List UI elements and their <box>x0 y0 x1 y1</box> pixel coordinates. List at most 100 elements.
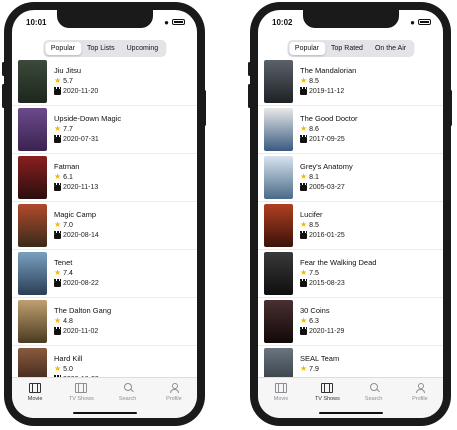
item-title: Fatman <box>54 162 80 171</box>
home-indicator <box>318 412 383 414</box>
search-icon <box>368 383 380 393</box>
side-button <box>2 84 5 108</box>
film-icon <box>275 383 288 393</box>
phone-frame-left: 10:01 ● Popular Top Lists Upcoming Jiu J… <box>4 2 205 426</box>
list-item[interactable]: The Good Doctor ★ 8.6 2017-09-25 <box>258 106 443 154</box>
item-date: 2005-03-27 <box>309 184 345 191</box>
side-button <box>449 90 452 126</box>
item-rating: 7.0 <box>63 221 73 229</box>
tab-label: Search <box>364 396 383 402</box>
tab-label: Search <box>118 396 137 402</box>
tab-label: Movie <box>273 396 289 402</box>
segment-upcoming[interactable]: Upcoming <box>121 42 165 55</box>
clapperboard-icon <box>300 278 307 287</box>
item-title: Magic Camp <box>54 210 97 219</box>
item-title: Jiu Jitsu <box>54 66 82 75</box>
film-icon <box>29 383 42 393</box>
item-date: 2020-07-31 <box>63 136 99 143</box>
segment-top-lists[interactable]: Top Lists <box>81 42 121 55</box>
item-rating: 6.1 <box>63 173 73 181</box>
screen-right: 10:02 ● Popular Top Rated On the Air The… <box>258 10 443 418</box>
poster-image <box>18 156 47 199</box>
segment-popular[interactable]: Popular <box>288 42 326 55</box>
star-icon: ★ <box>54 268 62 277</box>
list-item[interactable]: Fatman ★ 6.1 2020-11-13 <box>12 154 197 202</box>
list-item[interactable]: Jiu Jitsu ★ 5.7 2020-11-20 <box>12 58 197 106</box>
item-title: Tenet <box>54 258 73 267</box>
star-icon: ★ <box>54 76 62 85</box>
search-icon <box>122 383 134 393</box>
tv-icon <box>75 383 88 393</box>
item-date: 2016-01-25 <box>309 232 345 239</box>
list-item[interactable]: 30 Coins ★ 6.3 2020-11-29 <box>258 298 443 346</box>
tab-bar: Movie TV Shows Search Profile <box>12 377 197 418</box>
item-rating: 8.5 <box>309 221 319 229</box>
tab-movie[interactable]: Movie <box>258 378 304 418</box>
poster-image <box>18 60 47 103</box>
item-rating: 5.0 <box>63 365 73 373</box>
clapperboard-icon <box>300 86 307 95</box>
home-indicator <box>72 412 137 414</box>
item-title: Grey's Anatomy <box>300 162 353 171</box>
list-item[interactable]: The Mandalorian ★ 8.5 2019-11-12 <box>258 58 443 106</box>
item-date: 2020-11-20 <box>63 88 99 95</box>
list-item[interactable]: Tenet ★ 7.4 2020-08-22 <box>12 250 197 298</box>
poster-image <box>18 108 47 151</box>
item-rating: 7.9 <box>309 365 319 373</box>
poster-image <box>264 300 293 343</box>
wifi-icon: ● <box>410 17 415 27</box>
poster-image <box>18 252 47 295</box>
item-date: 2015-08-23 <box>309 280 345 287</box>
segment-on-the-air[interactable]: On the Air <box>369 42 412 55</box>
poster-image <box>264 204 293 247</box>
item-date: 2020-11-13 <box>63 184 99 191</box>
star-icon: ★ <box>54 124 62 133</box>
item-rating: 8.6 <box>309 125 319 133</box>
star-icon: ★ <box>300 172 308 181</box>
tab-label: TV Shows <box>68 396 94 402</box>
star-icon: ★ <box>54 172 62 181</box>
tv-icon <box>321 383 334 393</box>
segment-top-rated[interactable]: Top Rated <box>325 42 369 55</box>
item-rating: 7.5 <box>309 269 319 277</box>
list-item[interactable]: Lucifer ★ 8.5 2016-01-25 <box>258 202 443 250</box>
item-title: Upside-Down Magic <box>54 114 122 123</box>
list-item[interactable]: Grey's Anatomy ★ 8.1 2005-03-27 <box>258 154 443 202</box>
profile-icon <box>168 383 180 393</box>
star-icon: ★ <box>300 220 308 229</box>
list-item[interactable]: Fear the Walking Dead ★ 7.5 2015-08-23 <box>258 250 443 298</box>
list-item[interactable]: The Dalton Gang ★ 4.8 2020-11-02 <box>12 298 197 346</box>
star-icon: ★ <box>300 76 308 85</box>
side-button <box>248 62 251 76</box>
star-icon: ★ <box>300 268 308 277</box>
status-time: 10:02 <box>272 17 293 27</box>
tab-bar: Movie TV Shows Search Profile <box>258 377 443 418</box>
tab-label: Profile <box>412 396 428 402</box>
clapperboard-icon <box>54 230 61 239</box>
item-rating: 8.1 <box>309 173 319 181</box>
profile-icon <box>414 383 426 393</box>
segmented-control: Popular Top Lists Upcoming <box>42 40 167 57</box>
clapperboard-icon <box>300 326 307 335</box>
battery-icon <box>172 19 185 25</box>
clapperboard-icon <box>300 230 307 239</box>
segment-popular[interactable]: Popular <box>44 42 81 55</box>
item-rating: 5.7 <box>63 77 73 85</box>
list-item[interactable]: Upside-Down Magic ★ 7.7 2020-07-31 <box>12 106 197 154</box>
poster-image <box>18 204 47 247</box>
star-icon: ★ <box>54 364 62 373</box>
clapperboard-icon <box>300 182 307 191</box>
tab-profile[interactable]: Profile <box>397 378 443 418</box>
movie-list: Jiu Jitsu ★ 5.7 2020-11-20 Upside-Down Ma… <box>12 58 197 394</box>
clapperboard-icon <box>54 326 61 335</box>
clapperboard-icon <box>54 278 61 287</box>
side-button <box>248 84 251 108</box>
item-rating: 7.7 <box>63 125 73 133</box>
list-item[interactable]: Magic Camp ★ 7.0 2020-08-14 <box>12 202 197 250</box>
tab-movie[interactable]: Movie <box>12 378 58 418</box>
item-date: 2020-11-02 <box>63 328 99 335</box>
poster-image <box>18 300 47 343</box>
tab-profile[interactable]: Profile <box>151 378 197 418</box>
item-title: 30 Coins <box>300 306 330 315</box>
tv-show-list: The Mandalorian ★ 8.5 2019-11-12 The Good… <box>258 58 443 394</box>
